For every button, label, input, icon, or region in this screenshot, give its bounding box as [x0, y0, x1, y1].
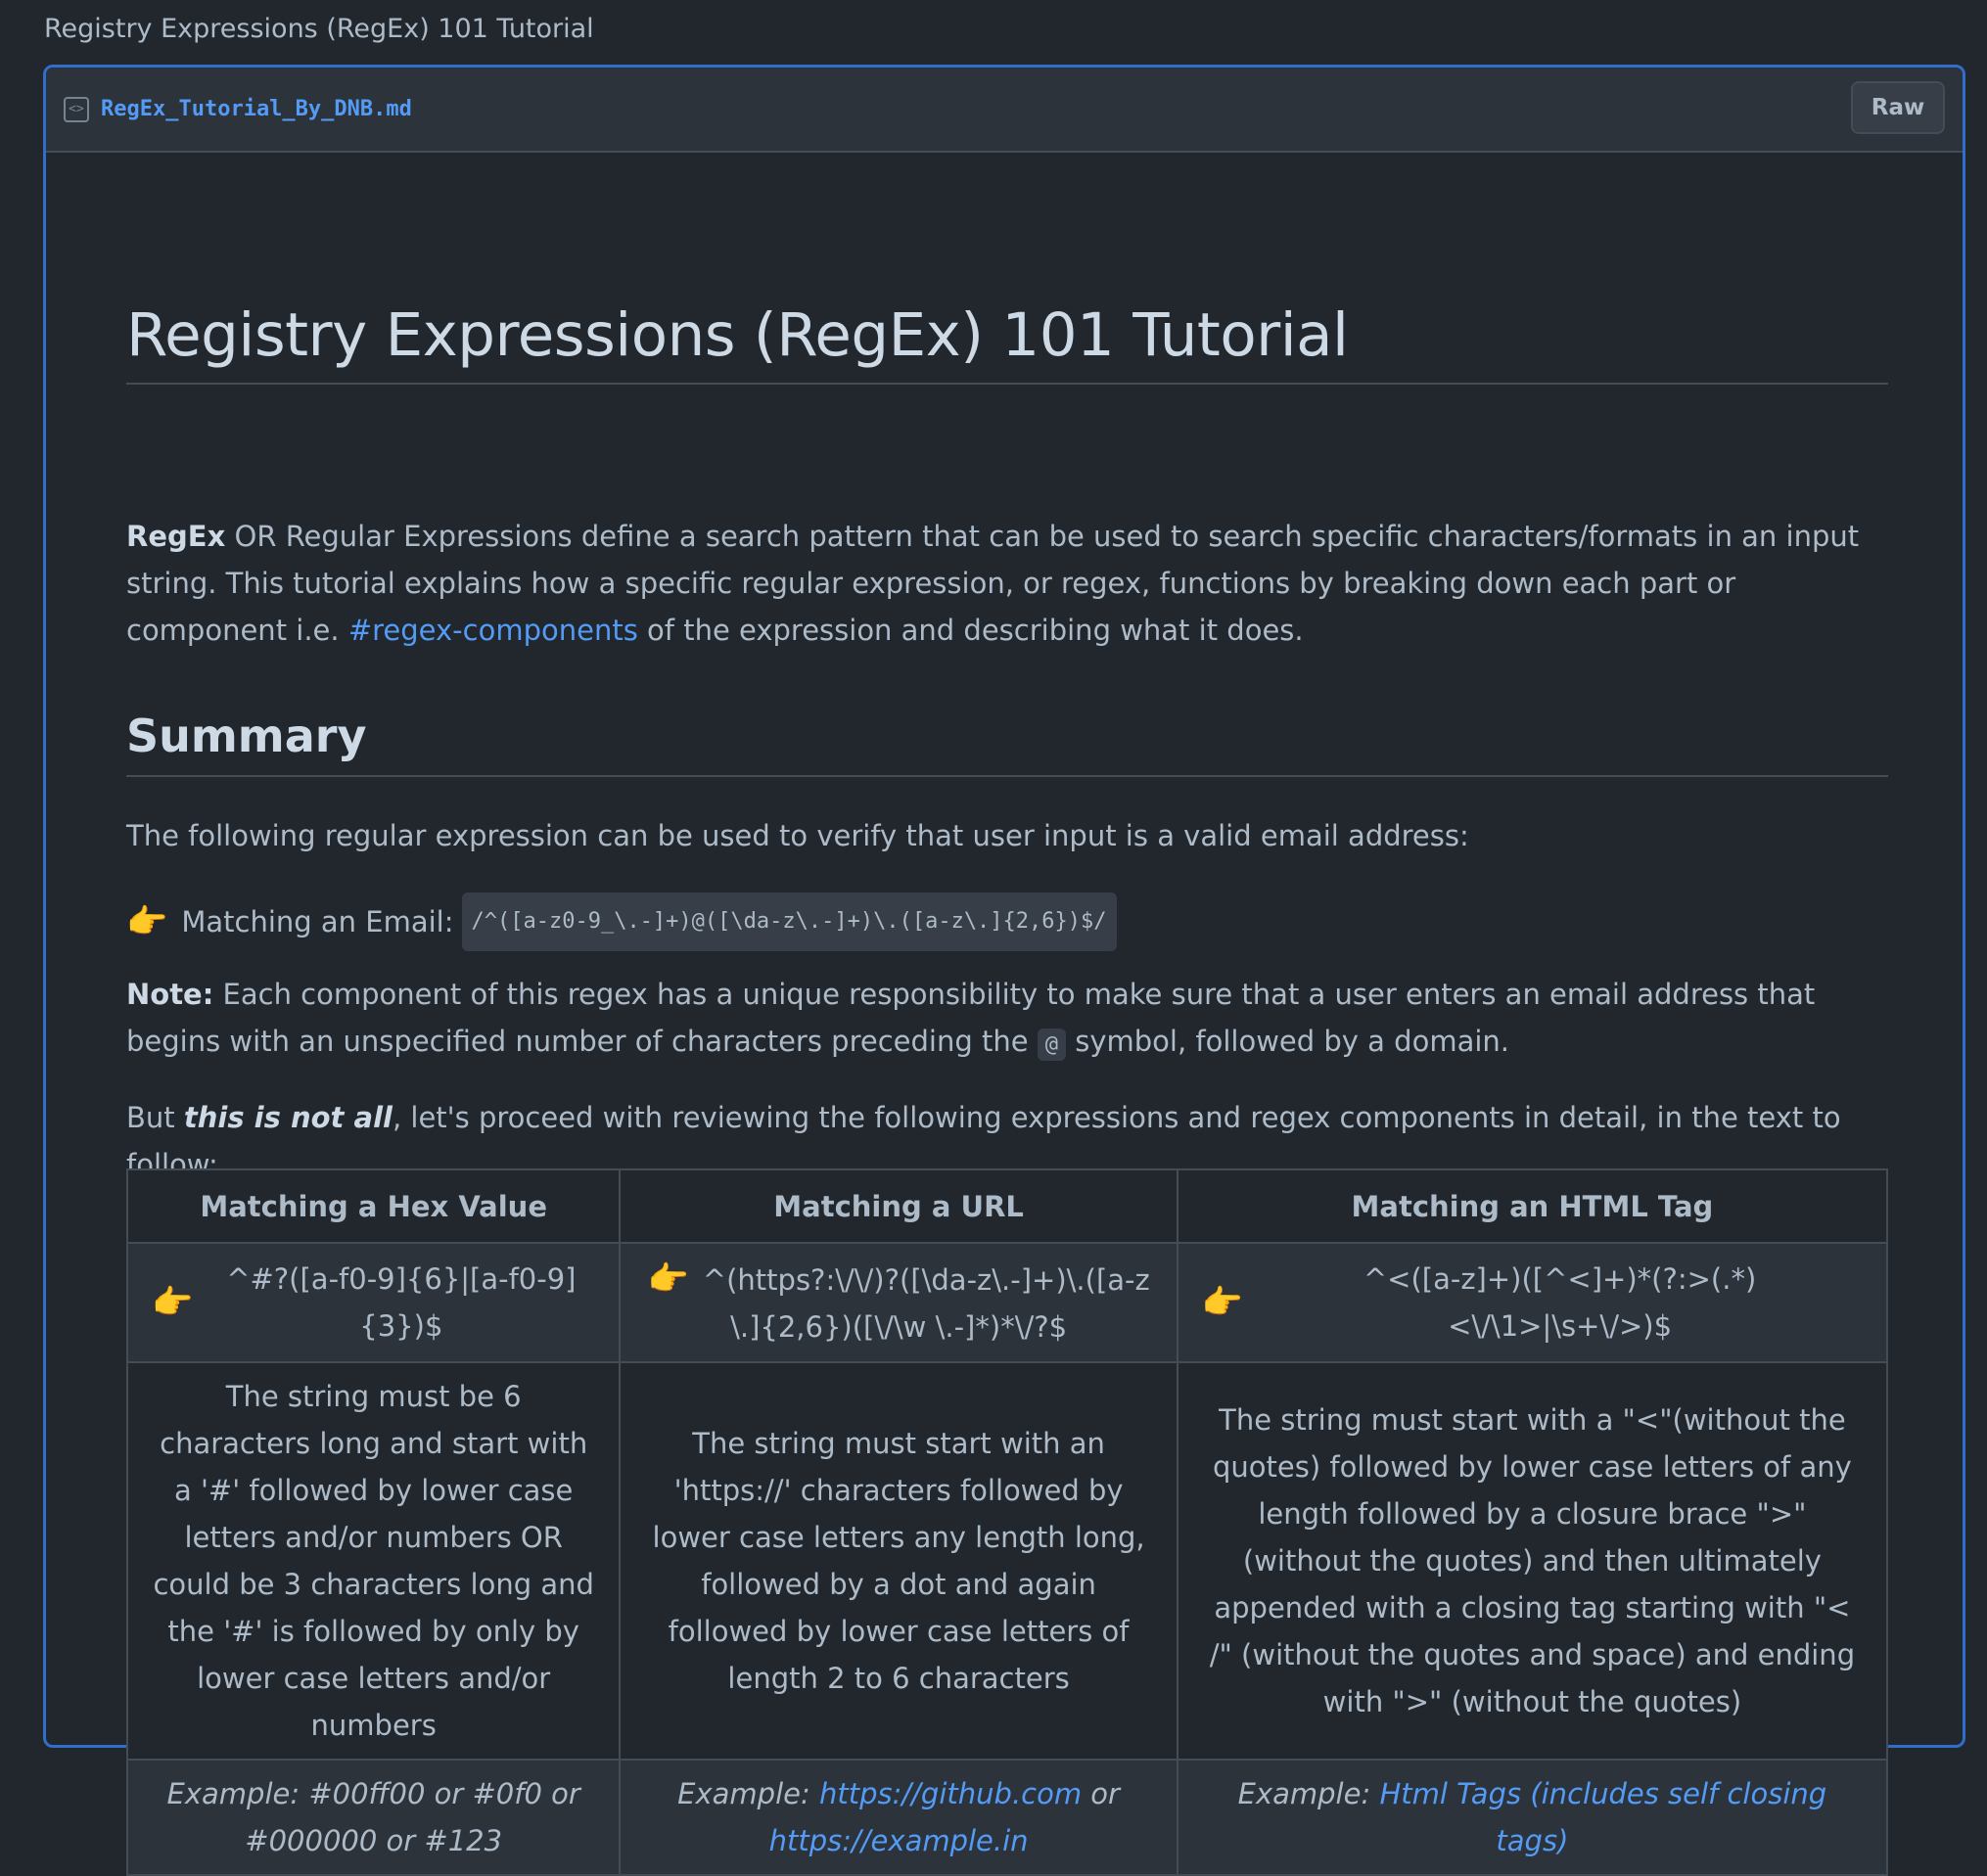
desc-hex: The string must be 6 characters long and… — [125, 1361, 622, 1761]
pattern-cell-hex: 👉 ^#?([a-f0-9]{6}|[a-f0-9]{3})$ — [125, 1242, 622, 1363]
github-link[interactable]: https://github.com — [819, 1777, 1082, 1810]
pattern-url: ^(https?:\/\/)?([\da-z\.-]+)\.([a-z\.]{2… — [702, 1262, 1150, 1344]
table-row-examples: Example: #00ff00 or #0f0 or #000000 or #… — [125, 1759, 1889, 1876]
pattern-hex: ^#?([a-f0-9]{6}|[a-f0-9]{3})$ — [226, 1262, 577, 1343]
note-text-2: symbol, followed by a domain. — [1066, 1025, 1509, 1058]
intro-paragraph: RegEx OR Regular Expressions define a se… — [126, 513, 1888, 654]
intro-tail: of the expression and describing what it… — [637, 614, 1304, 647]
example-hex: Example: #00ff00 or #0f0 or #000000 or #… — [125, 1759, 622, 1876]
file-container: <> RegEx_Tutorial_By_DNB.md Raw Registry… — [43, 65, 1965, 1876]
header-url: Matching a URL — [619, 1168, 1178, 1244]
summary-heading: Summary — [126, 707, 1888, 777]
regex-components-link[interactable]: #regex-components — [348, 614, 638, 647]
intro-bold: RegEx — [126, 520, 226, 553]
header-html: Matching an HTML Tag — [1176, 1168, 1889, 1244]
file-header: <> RegEx_Tutorial_By_DNB.md Raw — [46, 68, 1963, 153]
pattern-html: ^<([a-z]+)([^<]+)*(?:>(.*)<\/\1>|\s+\/>)… — [1363, 1262, 1757, 1343]
pointing-hand-icon: 👉 — [647, 1258, 689, 1299]
example-label: Example: — [677, 1777, 819, 1810]
doc-heading: Registry Expressions (RegEx) 101 Tutoria… — [126, 299, 1888, 386]
but-emphasis: this is not all — [183, 1101, 393, 1134]
header-hex: Matching a Hex Value — [125, 1168, 622, 1244]
page-title: Registry Expressions (RegEx) 101 Tutoria… — [44, 14, 594, 44]
at-symbol-code: @ — [1037, 1029, 1067, 1061]
example-html: Example: Html Tags (includes self closin… — [1176, 1759, 1889, 1876]
but-pre: But — [126, 1101, 184, 1134]
email-regex-line: 👉 Matching an Email: /^([a-z0-9_\.-]+)@(… — [126, 892, 1888, 951]
pointing-hand-icon: 👉 — [152, 1283, 194, 1322]
pattern-cell-url: 👉 ^(https?:\/\/)?([\da-z\.-]+)\.([a-z\.]{… — [619, 1242, 1178, 1363]
note-paragraph: Note: Each component of this regex has a… — [126, 971, 1888, 1069]
summary-text: The following regular expression can be … — [126, 819, 1469, 852]
example-label: Example: — [1237, 1777, 1380, 1810]
pointing-hand-icon: 👉 — [1201, 1283, 1244, 1322]
example-or: or — [1082, 1777, 1120, 1810]
table-row-patterns: 👉 ^#?([a-f0-9]{6}|[a-f0-9]{3})$ 👉 ^(https?… — [125, 1242, 1889, 1363]
file-name-link[interactable]: RegEx_Tutorial_By_DNB.md — [101, 97, 412, 121]
example-url: Example: https://github.com or https://e… — [619, 1759, 1178, 1876]
html-tags-link[interactable]: Html Tags (includes self closing tags) — [1379, 1777, 1826, 1857]
email-label: Matching an Email: — [181, 905, 454, 938]
raw-button[interactable]: Raw — [1851, 81, 1945, 134]
table-row-descriptions: The string must be 6 characters long and… — [125, 1361, 1889, 1761]
regex-table: Matching a Hex Value Matching a URL Matc… — [125, 1168, 1889, 1876]
desc-url: The string must start with an 'https://'… — [619, 1361, 1178, 1761]
note-text-1: Each component of this regex has a uniqu… — [126, 978, 1816, 1058]
table-header-row: Matching a Hex Value Matching a URL Matc… — [125, 1168, 1889, 1244]
email-regex-code: /^([a-z0-9_\.-]+)@([\da-z\.-]+)\.([a-z\.… — [461, 892, 1117, 951]
example-label: Example: — [166, 1777, 309, 1810]
pattern-cell-html: 👉 ^<([a-z]+)([^<]+)*(?:>(.*)<\/\1>|\s+\/>… — [1176, 1242, 1889, 1363]
pointing-hand-icon: 👉 — [126, 902, 168, 941]
code-file-icon: <> — [64, 96, 89, 122]
note-bold: Note: — [126, 978, 214, 1011]
desc-html: The string must start with a "<"(without… — [1176, 1361, 1889, 1761]
example-in-link[interactable]: https://example.in — [769, 1824, 1029, 1857]
